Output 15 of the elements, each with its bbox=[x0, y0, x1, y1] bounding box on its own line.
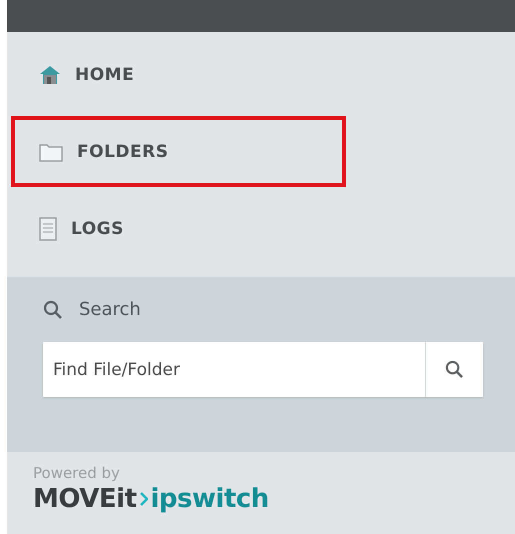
powered-by-text: Powered by bbox=[33, 464, 121, 482]
company-name: ipswitch bbox=[150, 484, 269, 514]
document-icon bbox=[39, 216, 57, 240]
search-heading: Search bbox=[79, 299, 141, 320]
product-name: MOVEit bbox=[33, 484, 137, 514]
folder-icon bbox=[39, 142, 63, 162]
search-field[interactable]: Find File/Folder bbox=[43, 342, 483, 397]
search-icon bbox=[43, 300, 63, 320]
chevron-icon bbox=[140, 492, 148, 506]
house-icon bbox=[39, 64, 61, 86]
nav-link[interactable]: HOME bbox=[11, 43, 134, 106]
search-icon bbox=[445, 360, 464, 379]
search-button[interactable] bbox=[425, 342, 483, 397]
nav-link[interactable]: FOLDERS bbox=[11, 116, 346, 187]
nav-link[interactable]: LOGS bbox=[11, 197, 124, 260]
